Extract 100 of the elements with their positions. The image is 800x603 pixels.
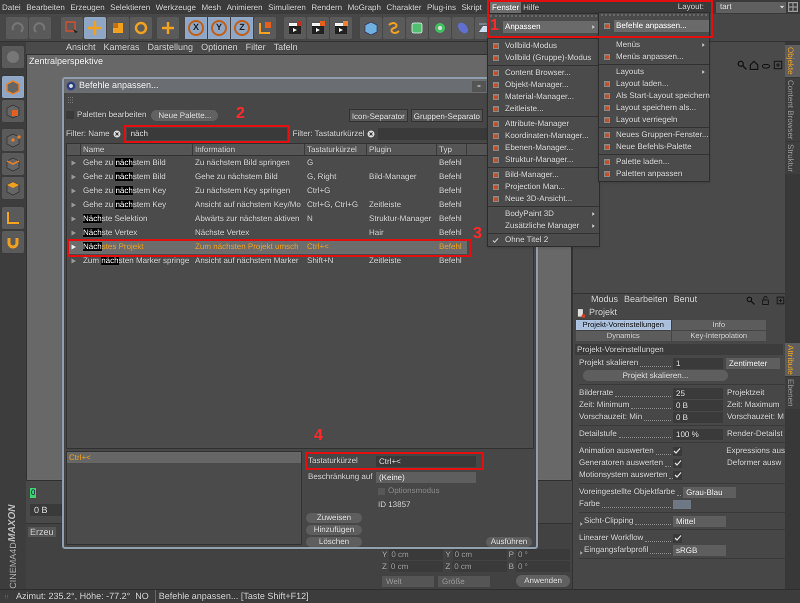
menu-item[interactable]: Ohne Titel 2 (488, 233, 599, 246)
column-header[interactable]: Name (81, 144, 193, 155)
name-filter-field[interactable]: näch (126, 128, 287, 140)
cloner-icon[interactable] (429, 16, 451, 38)
menu-item[interactable]: Palette laden... (614, 156, 709, 168)
column-header[interactable]: Information (193, 144, 305, 155)
column-header[interactable]: Typ (437, 144, 467, 155)
subdivision-icon[interactable] (406, 16, 428, 38)
cube-icon[interactable] (360, 16, 382, 38)
menu-item[interactable]: Plug-ins (425, 0, 458, 14)
separator-button[interactable]: Gruppen-Separato (410, 108, 483, 122)
command-row[interactable]: Nächstes Projekt Zum nächsten Projekt umsch Ctrl+< Befehl (67, 240, 467, 254)
menu-item[interactable]: Bild-Manager... (503, 169, 599, 181)
menu-item[interactable]: Mesh (200, 0, 224, 14)
menu-item[interactable]: Selektieren (108, 0, 152, 14)
number-field[interactable]: 100 % (673, 428, 723, 440)
coordinate-system-icon[interactable] (254, 16, 276, 38)
layout-dropdown[interactable]: tart (716, 2, 786, 12)
dialog-button[interactable]: Löschen (306, 537, 362, 547)
menu-item[interactable]: Erzeugen (68, 0, 107, 14)
polygons-mode-icon[interactable] (2, 177, 24, 199)
dropdown[interactable]: Mittel (673, 516, 726, 526)
command-row[interactable]: Gehe zu nächstem Key Zu nächstem Key springen Ctrl+G Befehl (67, 184, 467, 198)
separator-button[interactable]: Icon-Separator (348, 108, 408, 122)
coordinate-field[interactable]: 0 ° (516, 561, 570, 572)
spline-icon[interactable] (383, 16, 405, 38)
new-palette-button[interactable]: Neue Palette... (151, 110, 218, 120)
menu-item[interactable]: Vollbild-Modus (503, 40, 599, 52)
scale-project-button[interactable]: Projekt skalieren... (583, 370, 728, 381)
menu-item[interactable]: Neue 3D-Ansicht... (503, 193, 599, 205)
magnet-icon[interactable] (2, 231, 24, 253)
menu-item[interactable]: Skript (459, 0, 484, 14)
menu-item[interactable]: Rendern (309, 0, 344, 14)
render-view-icon[interactable] (284, 16, 306, 38)
command-row[interactable]: Nächste Selektion Abwärts zur nächsten aktiven N Struktur-Manager Befehl (67, 212, 467, 226)
coordinate-field[interactable]: 0 ° (516, 549, 570, 560)
render-picture-icon[interactable] (307, 16, 329, 38)
coordinate-field[interactable]: 0 cm (388, 561, 444, 572)
menu-item[interactable]: Hilfe (521, 0, 542, 14)
command-row[interactable]: Gehe zu nächstem Bild Zu nächstem Bild springen G Befehl (67, 156, 467, 170)
side-tab[interactable]: Content Browser (785, 78, 800, 142)
command-row[interactable]: Zum nächsten Marker springe Ansicht auf nächstem Marker Shift+N Zeitleiste Befehl (67, 254, 467, 268)
menu-item[interactable]: Werkzeuge (154, 0, 198, 14)
scale-icon[interactable] (107, 16, 129, 38)
menu-item[interactable]: Layouts (614, 66, 709, 78)
menu-item[interactable]: Objekt-Manager... (503, 79, 599, 91)
axis-lock-button[interactable]: Y (208, 16, 230, 38)
column-header[interactable]: Tastaturkürzel (305, 144, 367, 155)
menu-item[interactable]: BodyPaint 3D (503, 208, 599, 220)
move-icon[interactable] (84, 16, 106, 38)
menu-item[interactable]: Paletten anpassen (614, 168, 709, 180)
menu-item[interactable]: Layout verriegeln (614, 114, 709, 126)
axis-lock-button[interactable]: X (185, 16, 207, 38)
render-settings-icon[interactable] (330, 16, 352, 38)
shortcut-filter-field[interactable] (378, 128, 488, 140)
side-tab[interactable]: Ebenen (785, 377, 800, 409)
menu-item[interactable]: Charakter (384, 0, 424, 14)
dropdown[interactable]: Grau-Blau (683, 486, 736, 498)
axis-icon[interactable] (2, 207, 24, 229)
side-tab[interactable]: Attribute (785, 342, 800, 376)
command-row[interactable]: Gehe zu nächstem Bild Gehe zu nächstem Bild G, Right Bild-Manager Befehl (67, 170, 467, 184)
attribute-menu-item[interactable]: Bearbeiten (624, 293, 668, 307)
attribute-menu-item[interactable]: Benut (674, 293, 698, 307)
command-row[interactable]: Gehe zu nächstem Key Ansicht auf nächstem Key/Mo Ctrl+G, Ctrl+G Zeitleiste Befehl (67, 198, 467, 212)
checkbox[interactable] (673, 534, 682, 542)
menu-item[interactable]: Layout speichern als... (614, 102, 709, 114)
menu-item[interactable]: Simulieren (266, 0, 308, 14)
menu-item[interactable]: Zeitleiste... (503, 103, 599, 115)
execute-button[interactable]: Ausführen (486, 537, 532, 547)
menu-item[interactable]: Vollbild (Gruppe)-Modus (503, 52, 599, 64)
menu-item[interactable]: Material-Manager... (503, 91, 599, 103)
coordinate-field[interactable]: 0 cm (389, 549, 444, 560)
side-tab[interactable]: Struktur (785, 142, 800, 174)
menu-item[interactable]: Datei (0, 0, 23, 14)
number-field[interactable]: 25 (673, 388, 723, 398)
viewport-menu-item[interactable]: Darstellung (148, 41, 194, 55)
menu-item[interactable]: Anpassen (503, 21, 599, 33)
texture-mode-icon[interactable] (2, 100, 24, 122)
number-field[interactable]: 1 (673, 358, 723, 368)
menu-item[interactable]: Menüs anpassen... (614, 51, 709, 63)
attribute-menu-item[interactable]: Modus (591, 293, 618, 307)
menu-item[interactable]: Animieren (224, 0, 265, 14)
command-row[interactable]: Nächste Vertex Nächste Vertex Hair Befehl (67, 226, 467, 240)
unit-dropdown[interactable]: Zentimeter (726, 358, 780, 368)
viewport-menu-item[interactable]: Filter (246, 41, 266, 55)
menu-item[interactable]: Neues Gruppen-Fenster... (614, 129, 712, 141)
viewport-menu-item[interactable]: Optionen (201, 41, 238, 55)
menu-item[interactable]: Projection Man... (503, 181, 599, 193)
menu-item[interactable]: Befehle anpassen... (614, 20, 709, 32)
side-tab[interactable]: Objekte (785, 45, 800, 77)
object-mode-icon[interactable] (2, 76, 24, 98)
number-field[interactable]: 0 B (673, 400, 723, 410)
panel-tab[interactable]: Erzeu (28, 527, 56, 537)
menu-item[interactable]: Neue Befehls-Palette (614, 141, 709, 153)
checkbox[interactable] (673, 458, 682, 468)
menu-item[interactable]: Bearbeiten (24, 0, 67, 14)
menu-item[interactable]: Koordinaten-Manager... (503, 130, 599, 142)
apply-button[interactable]: Anwenden (516, 575, 570, 587)
viewport-menu-item[interactable]: Kameras (104, 41, 140, 55)
shortcut-field[interactable]: Ctrl+< (376, 456, 476, 466)
